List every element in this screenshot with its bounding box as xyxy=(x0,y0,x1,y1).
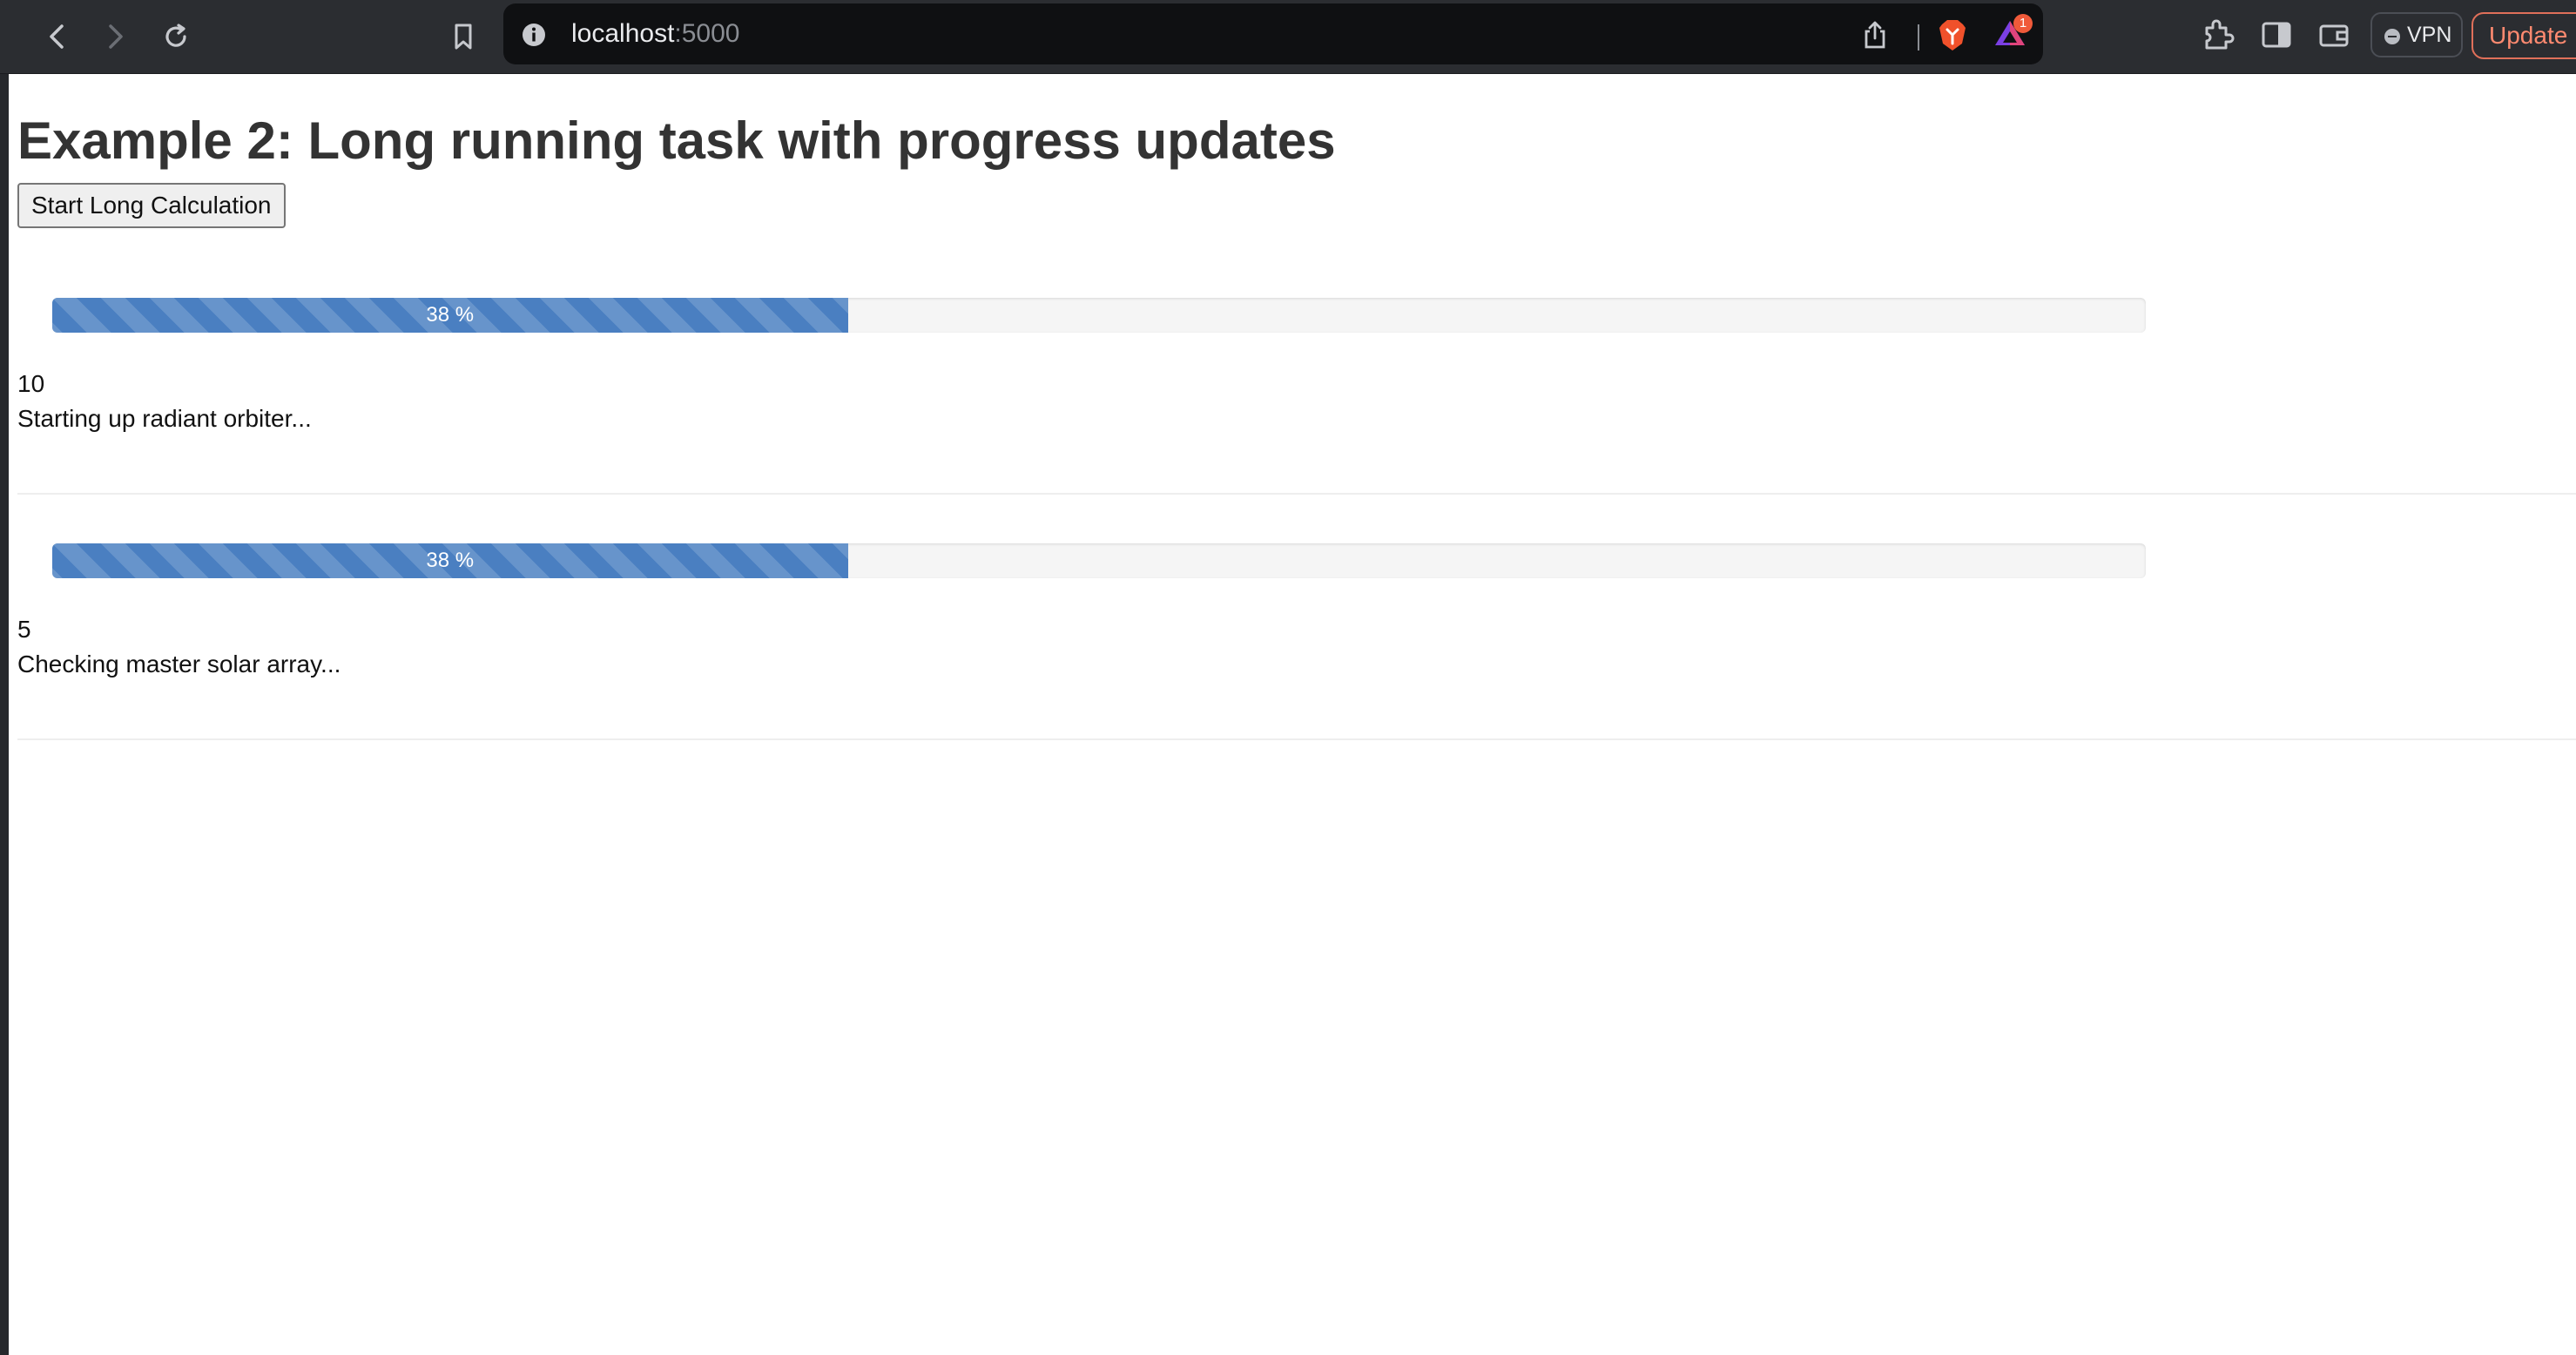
reload-button[interactable] xyxy=(155,16,197,57)
progress-track: 38 % xyxy=(52,543,2146,578)
forward-button[interactable] xyxy=(94,16,136,57)
url-text[interactable]: localhost:5000 xyxy=(571,19,739,49)
task-status: Checking master solar array... xyxy=(17,651,341,678)
wallet-icon[interactable] xyxy=(2316,17,2351,52)
vpn-status-icon xyxy=(2384,29,2400,44)
vpn-label: VPN xyxy=(2407,23,2452,47)
urlbar-divider xyxy=(1918,24,1919,51)
task-item: 38 % 5 Checking master solar array... xyxy=(17,493,2576,740)
task-count: 10 xyxy=(17,370,45,397)
update-button[interactable]: Update xyxy=(2471,12,2576,59)
reload-icon xyxy=(165,24,186,47)
back-button[interactable] xyxy=(37,16,78,57)
info-icon[interactable] xyxy=(521,22,547,48)
start-long-calculation-button[interactable]: Start Long Calculation xyxy=(17,183,286,228)
bookmark-button[interactable] xyxy=(442,16,484,57)
browser-toolbar: localhost:5000 1 VPN Update xyxy=(0,0,2576,74)
progress-bar: 38 % xyxy=(52,298,848,333)
vpn-button[interactable]: VPN xyxy=(2370,12,2463,57)
rewards-badge: 1 xyxy=(2013,14,2033,33)
page-title: Example 2: Long running task with progre… xyxy=(17,111,1336,170)
progress-track: 38 % xyxy=(52,298,2146,333)
forward-arrow-icon xyxy=(109,24,123,49)
url-host: localhost xyxy=(571,19,675,48)
extensions-icon[interactable] xyxy=(2200,17,2235,52)
brave-shield-icon[interactable] xyxy=(1937,17,1968,52)
share-icon[interactable] xyxy=(1862,19,1888,51)
progress-bar: 38 % xyxy=(52,543,848,578)
window-edge xyxy=(0,0,9,1355)
back-arrow-icon xyxy=(50,24,64,49)
task-item: 38 % 10 Starting up radiant orbiter... xyxy=(17,247,2576,495)
task-count: 5 xyxy=(17,616,31,643)
address-bar[interactable]: localhost:5000 1 xyxy=(503,3,2043,64)
sidebar-icon[interactable] xyxy=(2259,17,2294,52)
task-status: Starting up radiant orbiter... xyxy=(17,405,312,432)
page-content: Example 2: Long running task with progre… xyxy=(17,73,2576,1355)
url-port: :5000 xyxy=(674,19,740,48)
bookmark-icon xyxy=(455,24,472,50)
